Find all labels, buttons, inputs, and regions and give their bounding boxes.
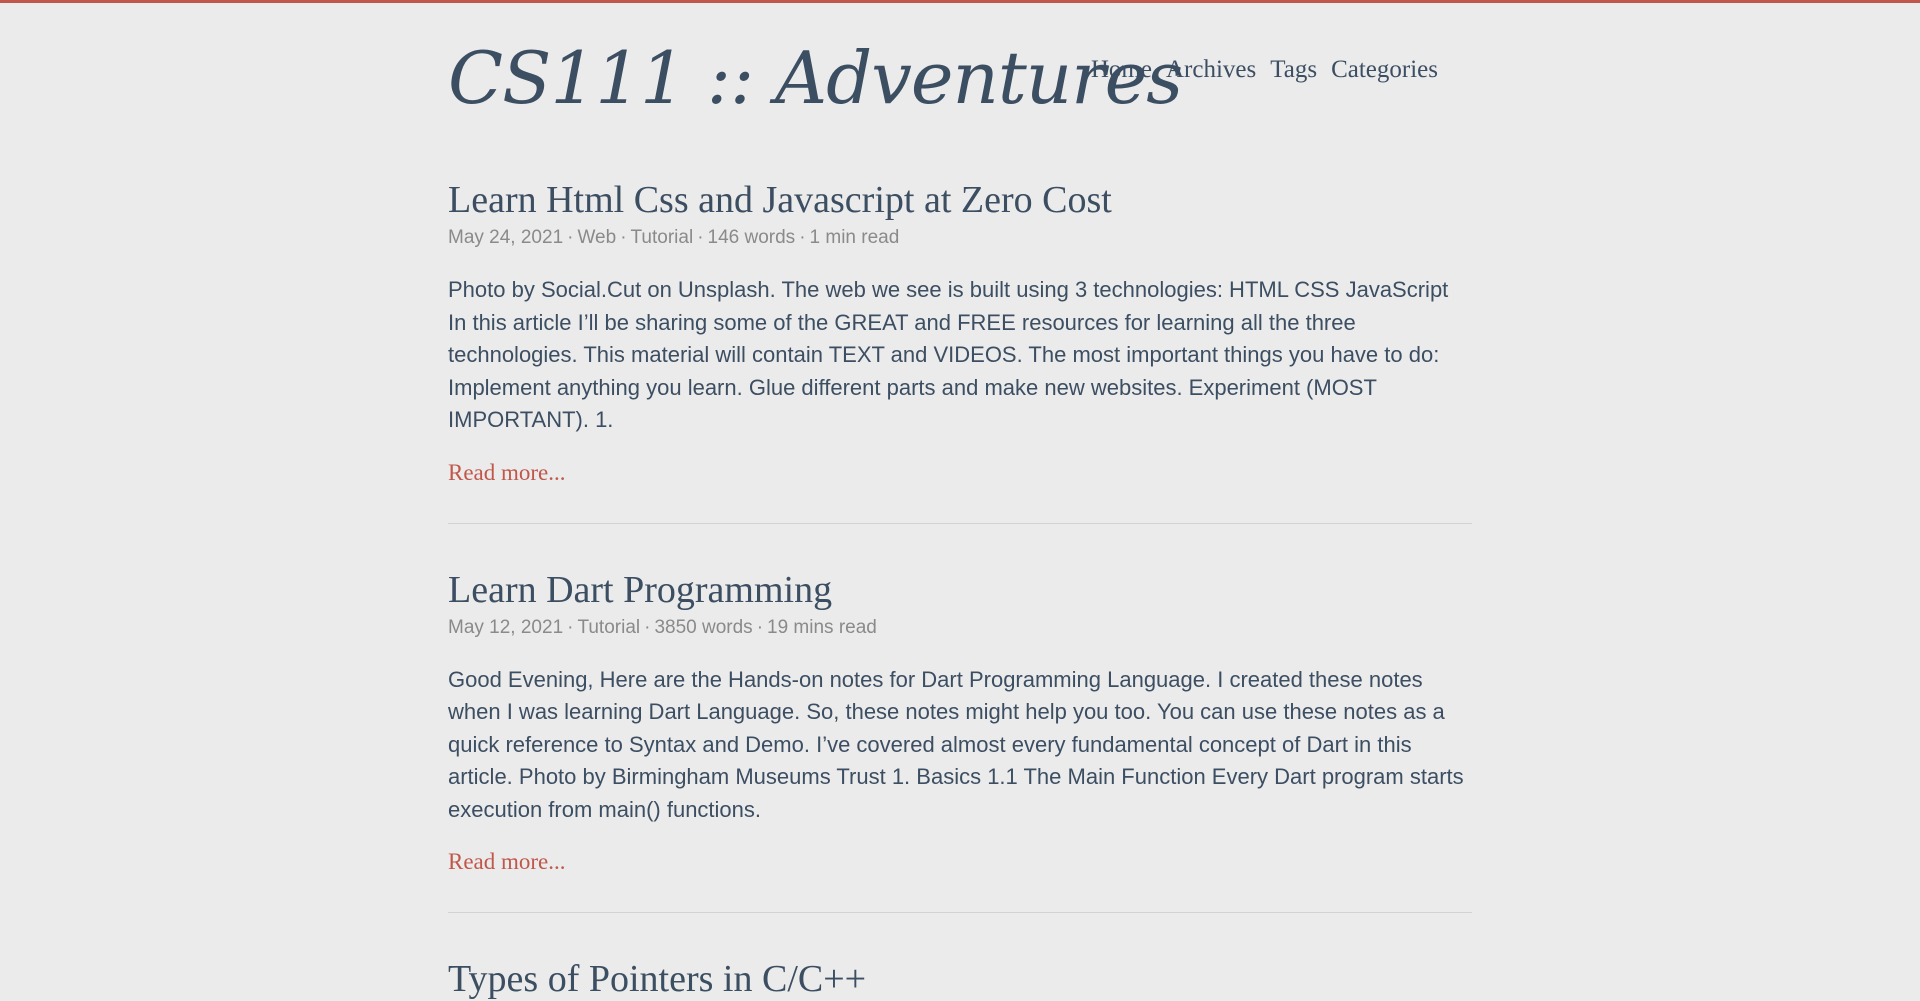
post-title[interactable]: Learn Dart Programming [448, 568, 1472, 612]
post-category[interactable]: Tutorial [631, 227, 694, 248]
site-title[interactable]: CS111 :: Adventures [448, 33, 1183, 123]
read-more-link[interactable]: Read more... [448, 848, 566, 876]
post-meta: May 12, 2021 · Tutorial · 3850 words · 19 mins… [448, 616, 1472, 640]
post-divider [448, 522, 1472, 524]
post-summary: Good Evening, Here are the Hands-on note… [448, 666, 1464, 822]
post-read-time: 1 min read [809, 227, 900, 248]
site-header: CS111 :: Adventures Home Archives Tags C… [448, 3, 1472, 178]
post-summary: Photo by Social.Cut on Unsplash. The web… [448, 277, 1449, 432]
post-word-count: 146 words [707, 227, 796, 248]
meta-separator: · [567, 227, 574, 248]
post-item: Types of Pointers in C/C++ [448, 957, 1472, 1001]
post-read-time: 19 mins read [767, 616, 877, 638]
meta-separator: · [799, 227, 806, 248]
post-title[interactable]: Learn Html Css and Javascript at Zero Co… [448, 178, 1472, 222]
post-date: May 12, 2021 [448, 616, 564, 638]
post-meta: May 24, 2021 · Web · Tutorial · 146 words · 1 mi… [448, 226, 1472, 250]
post-word-count: 3850 words [654, 616, 753, 638]
meta-separator: · [756, 616, 764, 638]
meta-separator: · [620, 227, 627, 248]
post-list: Learn Html Css and Javascript at Zero Co… [448, 178, 1472, 1001]
meta-separator: · [644, 616, 651, 638]
post-date: May 24, 2021 [448, 227, 564, 248]
post-title[interactable]: Types of Pointers in C/C++ [448, 957, 1472, 1001]
post-item: Learn Html Css and Javascript at Zero Co… [448, 178, 1472, 524]
main-nav: Home Archives Tags Categories [1091, 55, 1438, 85]
nav-archives[interactable]: Archives [1166, 55, 1256, 85]
nav-categories[interactable]: Categories [1331, 55, 1438, 85]
read-more-link[interactable]: Read more... [448, 459, 566, 487]
meta-separator: · [567, 616, 574, 638]
nav-tags[interactable]: Tags [1270, 55, 1317, 85]
post-divider [448, 912, 1472, 913]
meta-separator: · [697, 227, 704, 248]
post-category[interactable]: Web [577, 227, 616, 248]
page-container: CS111 :: Adventures Home Archives Tags C… [448, 3, 1472, 1001]
post-category[interactable]: Tutorial [577, 617, 640, 638]
post-item: Learn Dart Programming May 12, 2021 · Tuto… [448, 568, 1472, 913]
nav-home[interactable]: Home [1091, 55, 1152, 85]
